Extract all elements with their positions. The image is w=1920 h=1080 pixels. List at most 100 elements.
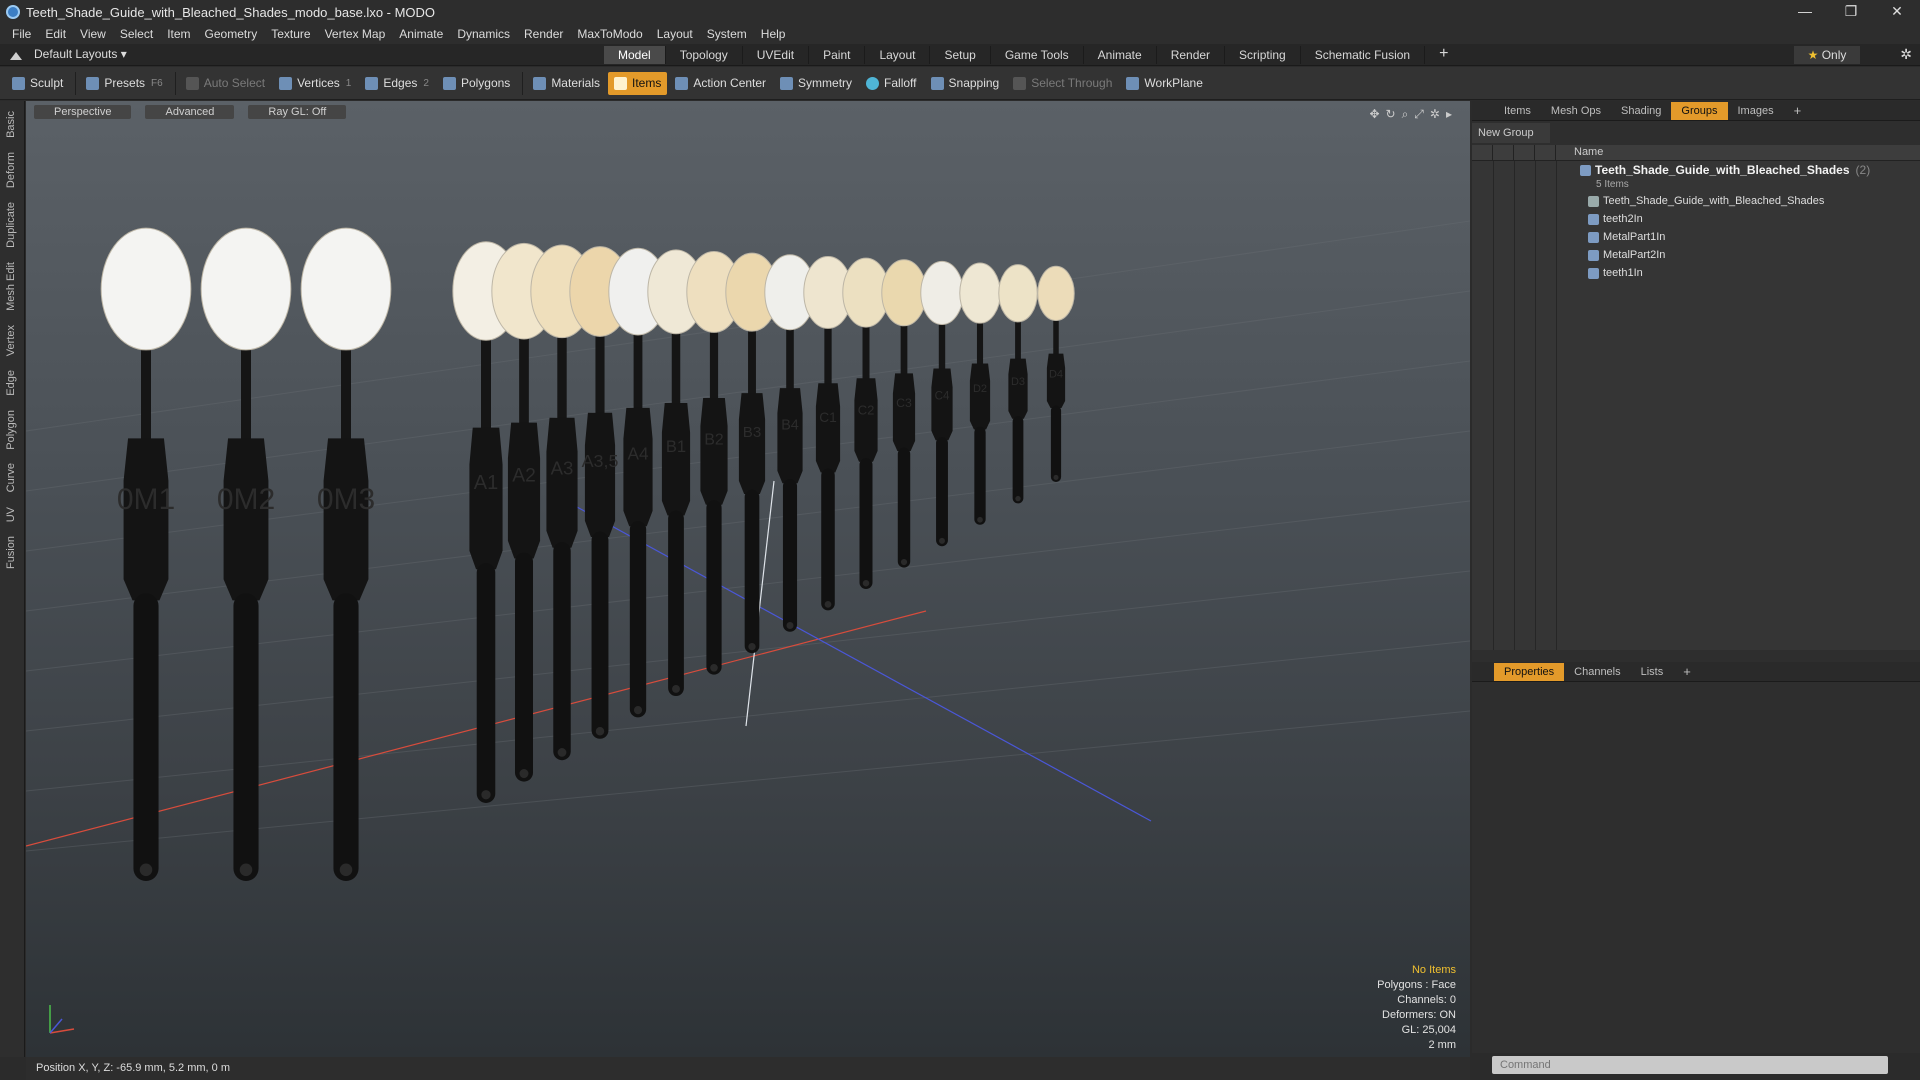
tab-topology[interactable]: Topology <box>666 46 743 64</box>
tab-edge[interactable]: Edge <box>5 366 19 400</box>
tab-curve[interactable]: Curve <box>5 459 19 496</box>
list-item[interactable]: teeth1In <box>1588 267 1643 279</box>
shade-tab-D3[interactable]: D3 <box>998 264 1038 504</box>
auto-select-button[interactable]: Auto Select <box>180 72 271 95</box>
menu-vertex-map[interactable]: Vertex Map <box>325 27 386 41</box>
tab-lists[interactable]: Lists <box>1631 663 1674 681</box>
expand-icon[interactable]: ▸ <box>1446 107 1452 122</box>
minimize-button[interactable]: — <box>1782 0 1828 24</box>
vertices-button[interactable]: Vertices 1 <box>273 72 357 95</box>
tab-scripting[interactable]: Scripting <box>1225 46 1301 64</box>
group-row[interactable]: Teeth_Shade_Guide_with_Bleached_Shades (2… <box>1580 163 1870 177</box>
command-input[interactable] <box>1492 1056 1888 1074</box>
shade-tab-C3[interactable]: C3 <box>881 259 927 568</box>
shade-tab-0M3[interactable]: 0M3 <box>300 227 392 881</box>
shade-tab-D2[interactable]: D2 <box>959 262 1001 525</box>
visibility-column-icon[interactable] <box>1472 145 1493 161</box>
add-panel-tab-button[interactable]: + <box>1673 663 1701 681</box>
tab-items[interactable]: Items <box>1494 102 1541 120</box>
tab-paint[interactable]: Paint <box>809 46 866 64</box>
layouts-dropdown[interactable]: Default Layouts ▾ <box>34 47 127 61</box>
sculpt-button[interactable]: Sculpt <box>6 72 69 95</box>
materials-button[interactable]: Materials <box>527 72 606 95</box>
tab-layout[interactable]: Layout <box>865 46 931 64</box>
tab-animate[interactable]: Animate <box>1084 46 1157 64</box>
tab-fusion[interactable]: Fusion <box>5 532 19 573</box>
fit-icon[interactable]: ⤢ <box>1414 107 1424 122</box>
tab-mesh-ops[interactable]: Mesh Ops <box>1541 102 1611 120</box>
tab-uvedit[interactable]: UVEdit <box>743 46 810 64</box>
menu-system[interactable]: System <box>707 27 747 41</box>
tab-uv[interactable]: UV <box>5 503 19 526</box>
shade-tab-C2[interactable]: C2 <box>842 257 890 589</box>
tab-render[interactable]: Render <box>1157 46 1226 64</box>
raygl-button[interactable]: Ray GL: Off <box>248 105 347 119</box>
menu-texture[interactable]: Texture <box>271 27 310 41</box>
items-button[interactable]: Items <box>608 71 668 95</box>
tab-schematic-fusion[interactable]: Schematic Fusion <box>1301 46 1426 64</box>
polygons-button[interactable]: Polygons <box>437 72 516 95</box>
menu-layout[interactable]: Layout <box>657 27 693 41</box>
rotate-view-icon[interactable]: ↻ <box>1386 107 1396 122</box>
menu-geometry[interactable]: Geometry <box>205 27 258 41</box>
list-item[interactable]: teeth2In <box>1588 213 1643 225</box>
menu-maxtomodo[interactable]: MaxToModo <box>577 27 642 41</box>
3d-viewport[interactable]: 0M1 0M2 0M3 A1 A2 A3 A3,5 A4 B1 B2 B3 B4 C1 C2 C3 C4 D2 D… <box>26 101 1470 1057</box>
name-column-header[interactable]: Name <box>1574 146 1603 158</box>
menu-help[interactable]: Help <box>761 27 786 41</box>
tab-vertex[interactable]: Vertex <box>5 321 19 360</box>
tab-game-tools[interactable]: Game Tools <box>991 46 1084 64</box>
edges-button[interactable]: Edges 2 <box>359 72 435 95</box>
collapse-arrow-icon[interactable] <box>10 48 22 60</box>
select-through-button[interactable]: Select Through <box>1007 72 1118 95</box>
presets-button[interactable]: Presets F6 <box>80 72 168 95</box>
view-mode-button[interactable]: Perspective <box>34 105 132 119</box>
tab-images[interactable]: Images <box>1728 102 1784 120</box>
render-column-icon[interactable] <box>1493 145 1514 161</box>
tab-model[interactable]: Model <box>604 46 666 64</box>
tab-deform[interactable]: Deform <box>5 148 19 192</box>
shade-tab-C1[interactable]: C1 <box>803 255 853 611</box>
falloff-button[interactable]: Falloff <box>860 72 922 95</box>
menu-edit[interactable]: Edit <box>45 27 66 41</box>
tab-mesh-edit[interactable]: Mesh Edit <box>5 258 19 315</box>
menu-render[interactable]: Render <box>524 27 563 41</box>
add-tab-button[interactable]: + <box>1425 46 1462 64</box>
menu-animate[interactable]: Animate <box>399 27 443 41</box>
tab-shading[interactable]: Shading <box>1611 102 1671 120</box>
settings-icon[interactable]: ✲ <box>1430 107 1440 122</box>
shade-tab-C4[interactable]: C4 <box>920 260 964 547</box>
action-center-button[interactable]: Action Center <box>669 72 772 95</box>
shade-tab-0M1[interactable]: 0M1 <box>100 227 192 881</box>
symmetry-button[interactable]: Symmetry <box>774 72 858 95</box>
list-item[interactable]: MetalPart1In <box>1588 231 1665 243</box>
tab-setup[interactable]: Setup <box>930 46 991 64</box>
list-item[interactable]: Teeth_Shade_Guide_with_Bleached_Shades <box>1588 195 1824 207</box>
select-column-icon[interactable] <box>1535 145 1556 161</box>
workplane-button[interactable]: WorkPlane <box>1120 72 1208 95</box>
menu-file[interactable]: File <box>12 27 31 41</box>
snapping-button[interactable]: Snapping <box>925 72 1006 95</box>
new-group-button[interactable]: New Group <box>1472 123 1550 143</box>
list-item[interactable]: MetalPart2In <box>1588 249 1665 261</box>
shading-mode-button[interactable]: Advanced <box>145 105 235 119</box>
zoom-icon[interactable]: ⌕ <box>1402 107 1409 122</box>
tab-basic[interactable]: Basic <box>5 107 19 142</box>
lock-column-icon[interactable] <box>1514 145 1535 161</box>
only-toggle[interactable]: ★ Only <box>1794 46 1860 64</box>
menu-select[interactable]: Select <box>120 27 153 41</box>
tab-duplicate[interactable]: Duplicate <box>5 198 19 252</box>
menu-item[interactable]: Item <box>167 27 190 41</box>
shade-tab-0M2[interactable]: 0M2 <box>200 227 292 881</box>
gear-icon[interactable]: ✲ <box>1900 46 1912 63</box>
move-view-icon[interactable]: ✥ <box>1369 107 1379 122</box>
menu-view[interactable]: View <box>80 27 106 41</box>
shade-tab-D4[interactable]: D4 <box>1037 265 1075 482</box>
tab-polygon[interactable]: Polygon <box>5 406 19 454</box>
tab-groups[interactable]: Groups <box>1671 101 1728 120</box>
tab-properties[interactable]: Properties <box>1494 662 1565 681</box>
menu-dynamics[interactable]: Dynamics <box>457 27 510 41</box>
maximize-button[interactable]: ❐ <box>1828 0 1874 24</box>
tab-channels[interactable]: Channels <box>1564 663 1630 681</box>
close-button[interactable]: ✕ <box>1874 0 1920 24</box>
